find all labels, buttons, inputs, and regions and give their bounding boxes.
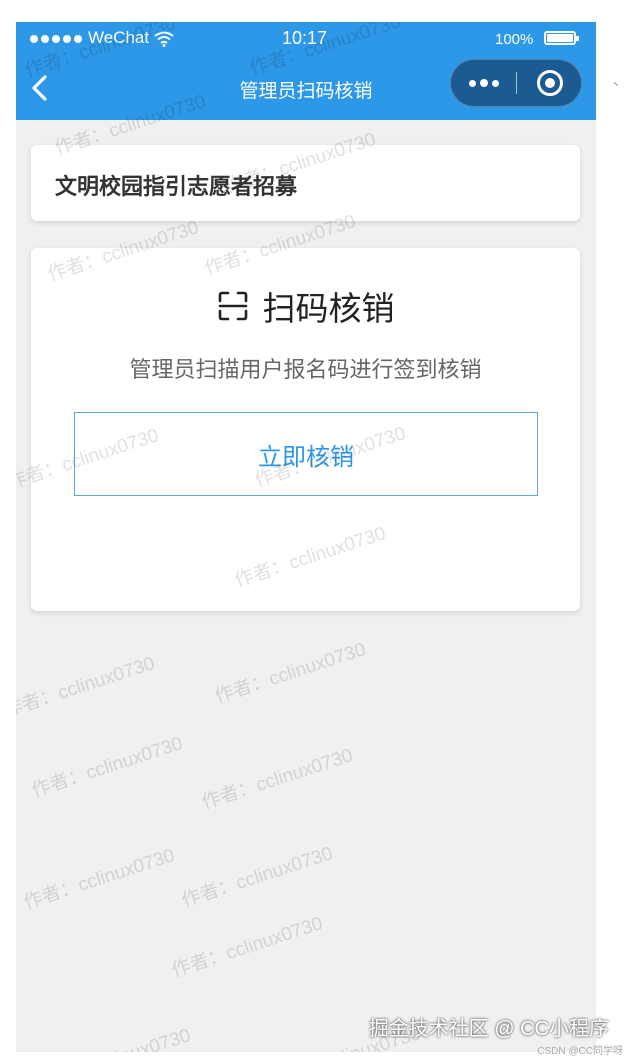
capsule-divider: [516, 72, 517, 94]
watermark: 作者：cclinux0730: [179, 843, 336, 912]
header: WeChat 10:17 100% 管理员扫码核销: [16, 22, 596, 120]
scan-title: 扫码核销: [262, 290, 395, 327]
wifi-icon: [154, 31, 174, 47]
scan-card: 扫码核销 管理员扫描用户报名码进行签到核销 立即核销: [31, 248, 580, 611]
battery-fill: [547, 34, 573, 42]
footer-brand: 掘金技术社区 @ CC小程序: [368, 1018, 609, 1040]
scan-header: 扫码核销: [31, 282, 580, 330]
watermark: 作者：cclinux0730: [21, 845, 178, 914]
phone-screen: WeChat 10:17 100% 管理员扫码核销 文明校园指引志愿者招募 扫码…: [16, 22, 596, 1052]
watermark: 作者：cclinux0730: [36, 1020, 194, 1052]
watermark: 作者：cclinux0730: [16, 653, 158, 722]
screenshot-stage: WeChat 10:17 100% 管理员扫码核销 文明校园指引志愿者招募 扫码…: [0, 0, 631, 1059]
status-bar: WeChat 10:17 100%: [16, 22, 596, 56]
watermark: 作者：cclinux0730: [29, 733, 186, 802]
target-close-icon[interactable]: [537, 70, 563, 96]
watermark: 作者：cclinux0730: [169, 913, 326, 982]
activity-card: 文明校园指引志愿者招募: [31, 145, 580, 221]
watermark: 作者：cclinux0730: [199, 745, 356, 814]
edge-mark: 、: [613, 73, 627, 89]
battery-icon: [544, 31, 579, 45]
capsule-menu: [450, 59, 582, 107]
status-time: 10:17: [282, 28, 328, 48]
more-dots-icon[interactable]: [451, 60, 517, 106]
nav-bar: 管理员扫码核销: [16, 56, 596, 120]
footer-credit: CSDN @CC同学呀: [537, 1046, 623, 1057]
watermark: 作者：cclinux0730: [212, 639, 369, 708]
signal-icon: [30, 35, 82, 43]
carrier-label: WeChat: [88, 28, 150, 47]
scan-description: 管理员扫描用户报名码进行签到核销: [129, 357, 482, 382]
battery-percent: 100%: [495, 31, 534, 48]
activity-title: 文明校园指引志愿者招募: [55, 174, 298, 199]
verify-now-button[interactable]: 立即核销: [74, 412, 538, 496]
scan-icon: [218, 291, 247, 321]
